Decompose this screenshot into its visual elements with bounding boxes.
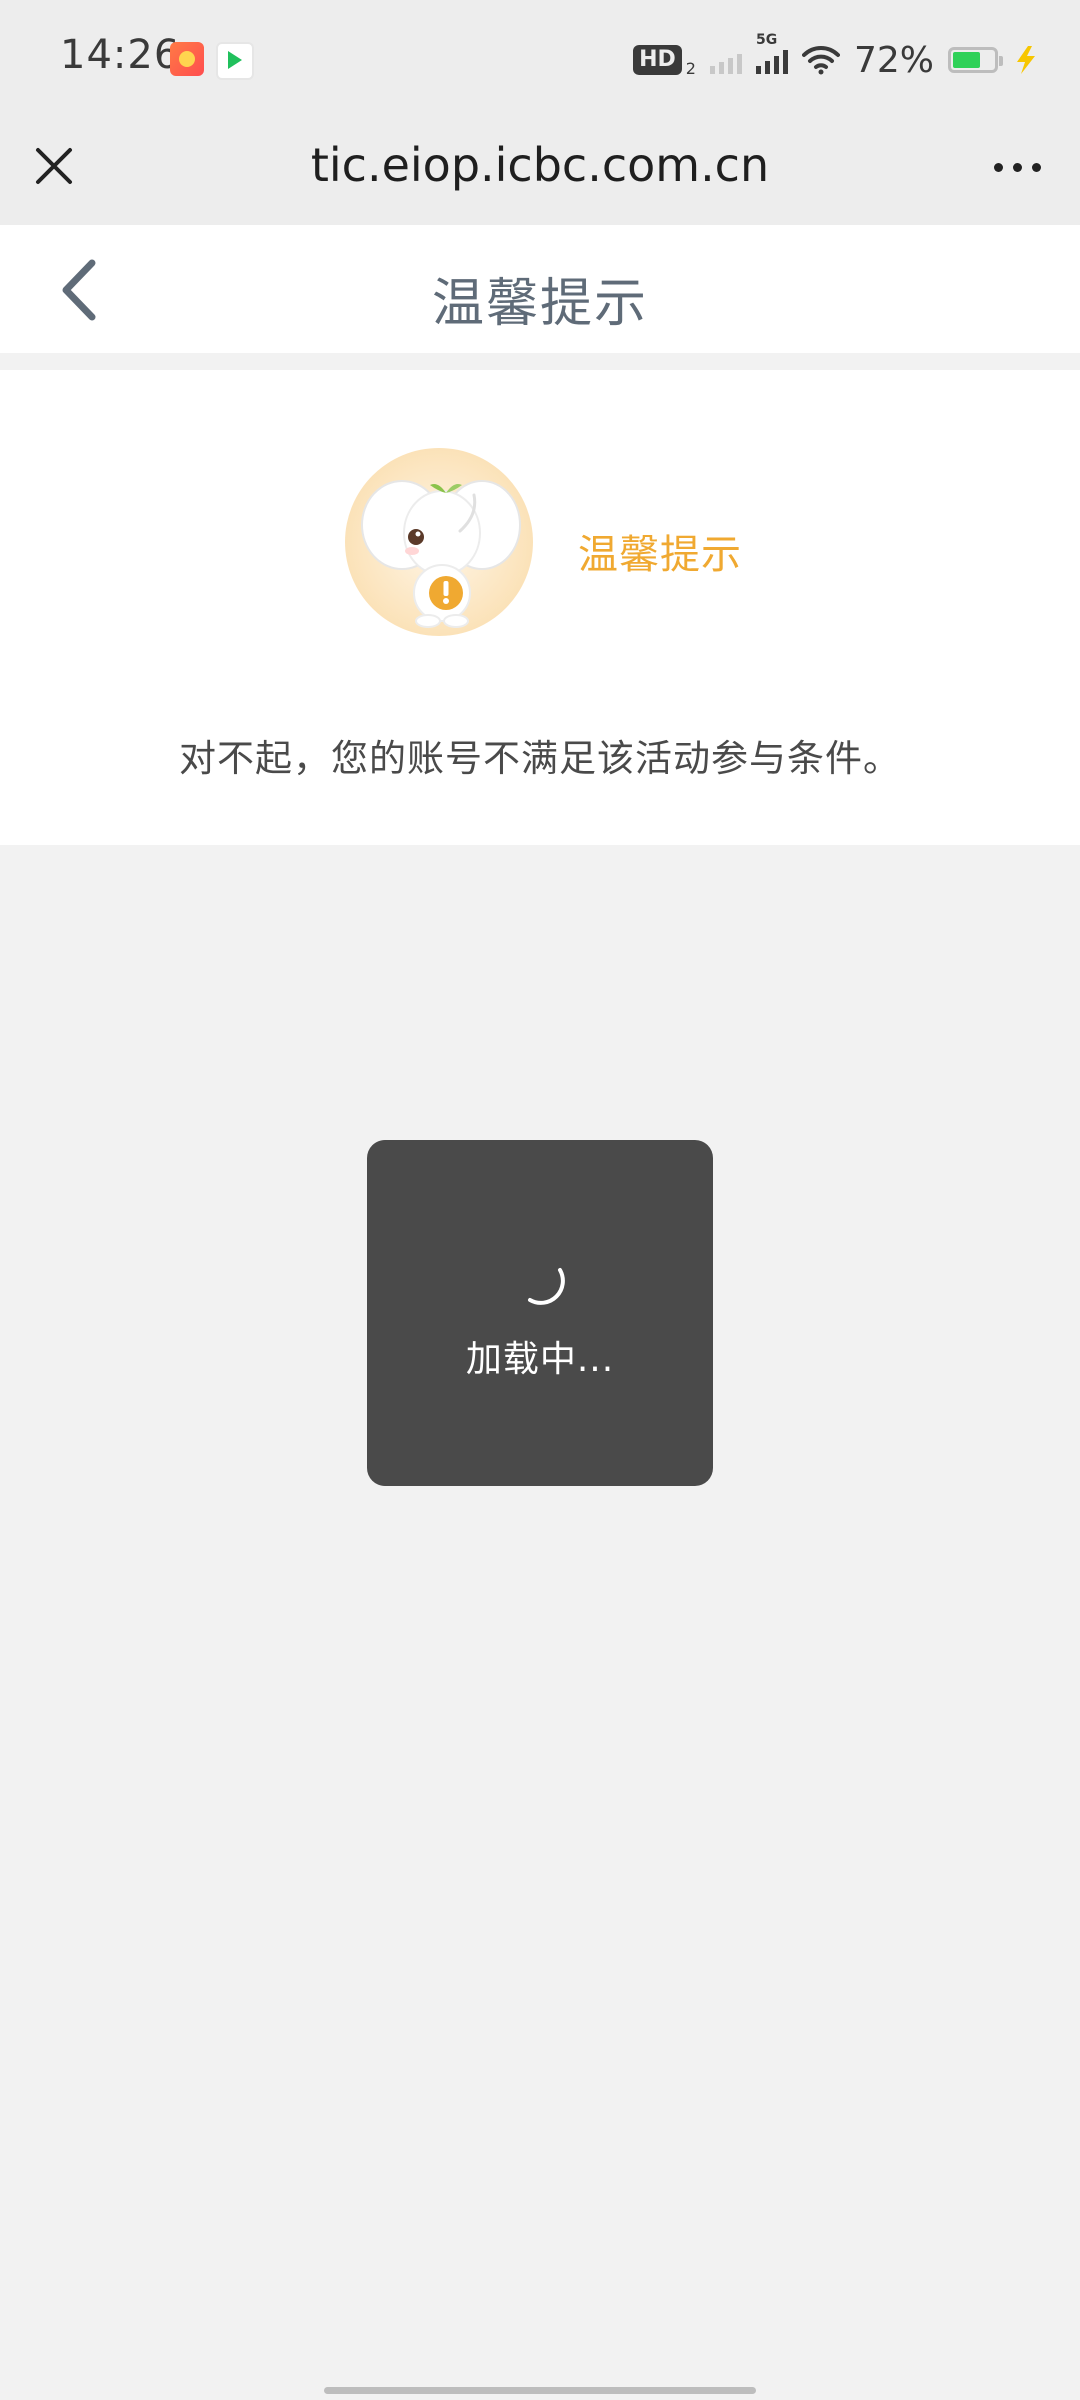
more-options-icon — [993, 162, 1003, 172]
status-bar: 14:26 HD 2 5G 72% — [0, 0, 1080, 120]
more-options-icon — [1012, 162, 1022, 172]
status-indicators: HD 2 5G 72% — [633, 32, 1040, 82]
status-time: 14:26 — [60, 32, 181, 78]
page-url: tic.eiop.icbc.com.cn — [310, 138, 770, 192]
battery-percent: 72% — [853, 39, 934, 81]
notice-card: 温馨提示 对不起，您的账号不满足该活动参与条件。 — [0, 370, 1080, 845]
signal-icon-sim2 — [709, 46, 742, 74]
loading-text: 加载中... — [465, 1339, 615, 1380]
browser-bar: tic.eiop.icbc.com.cn — [0, 120, 1080, 225]
battery-level — [953, 52, 981, 68]
page-title: 温馨提示 — [431, 274, 648, 334]
wifi-icon — [801, 45, 840, 75]
elephant-mascot-icon — [345, 448, 533, 636]
hd-voice-icon: HD — [633, 45, 682, 75]
spinner-icon — [528, 1268, 565, 1305]
loading-toast: 加载中... — [367, 1140, 713, 1486]
hd-sub-label: 2 — [685, 58, 696, 78]
more-options-icon — [1031, 162, 1041, 172]
notice-message: 对不起，您的账号不满足该活动参与条件。 — [179, 737, 901, 780]
page-header: 温馨提示 — [0, 225, 1080, 353]
home-indicator[interactable] — [324, 2387, 756, 2394]
battery-icon — [948, 47, 1003, 73]
video-app-icon — [216, 42, 254, 80]
signal-icon: 5G — [755, 32, 788, 74]
network-type-label: 5G — [755, 32, 778, 48]
app-notification-icon — [170, 42, 204, 76]
notice-title: 温馨提示 — [578, 532, 742, 578]
charging-icon — [1017, 46, 1035, 74]
more-options-button[interactable] — [984, 142, 1050, 192]
